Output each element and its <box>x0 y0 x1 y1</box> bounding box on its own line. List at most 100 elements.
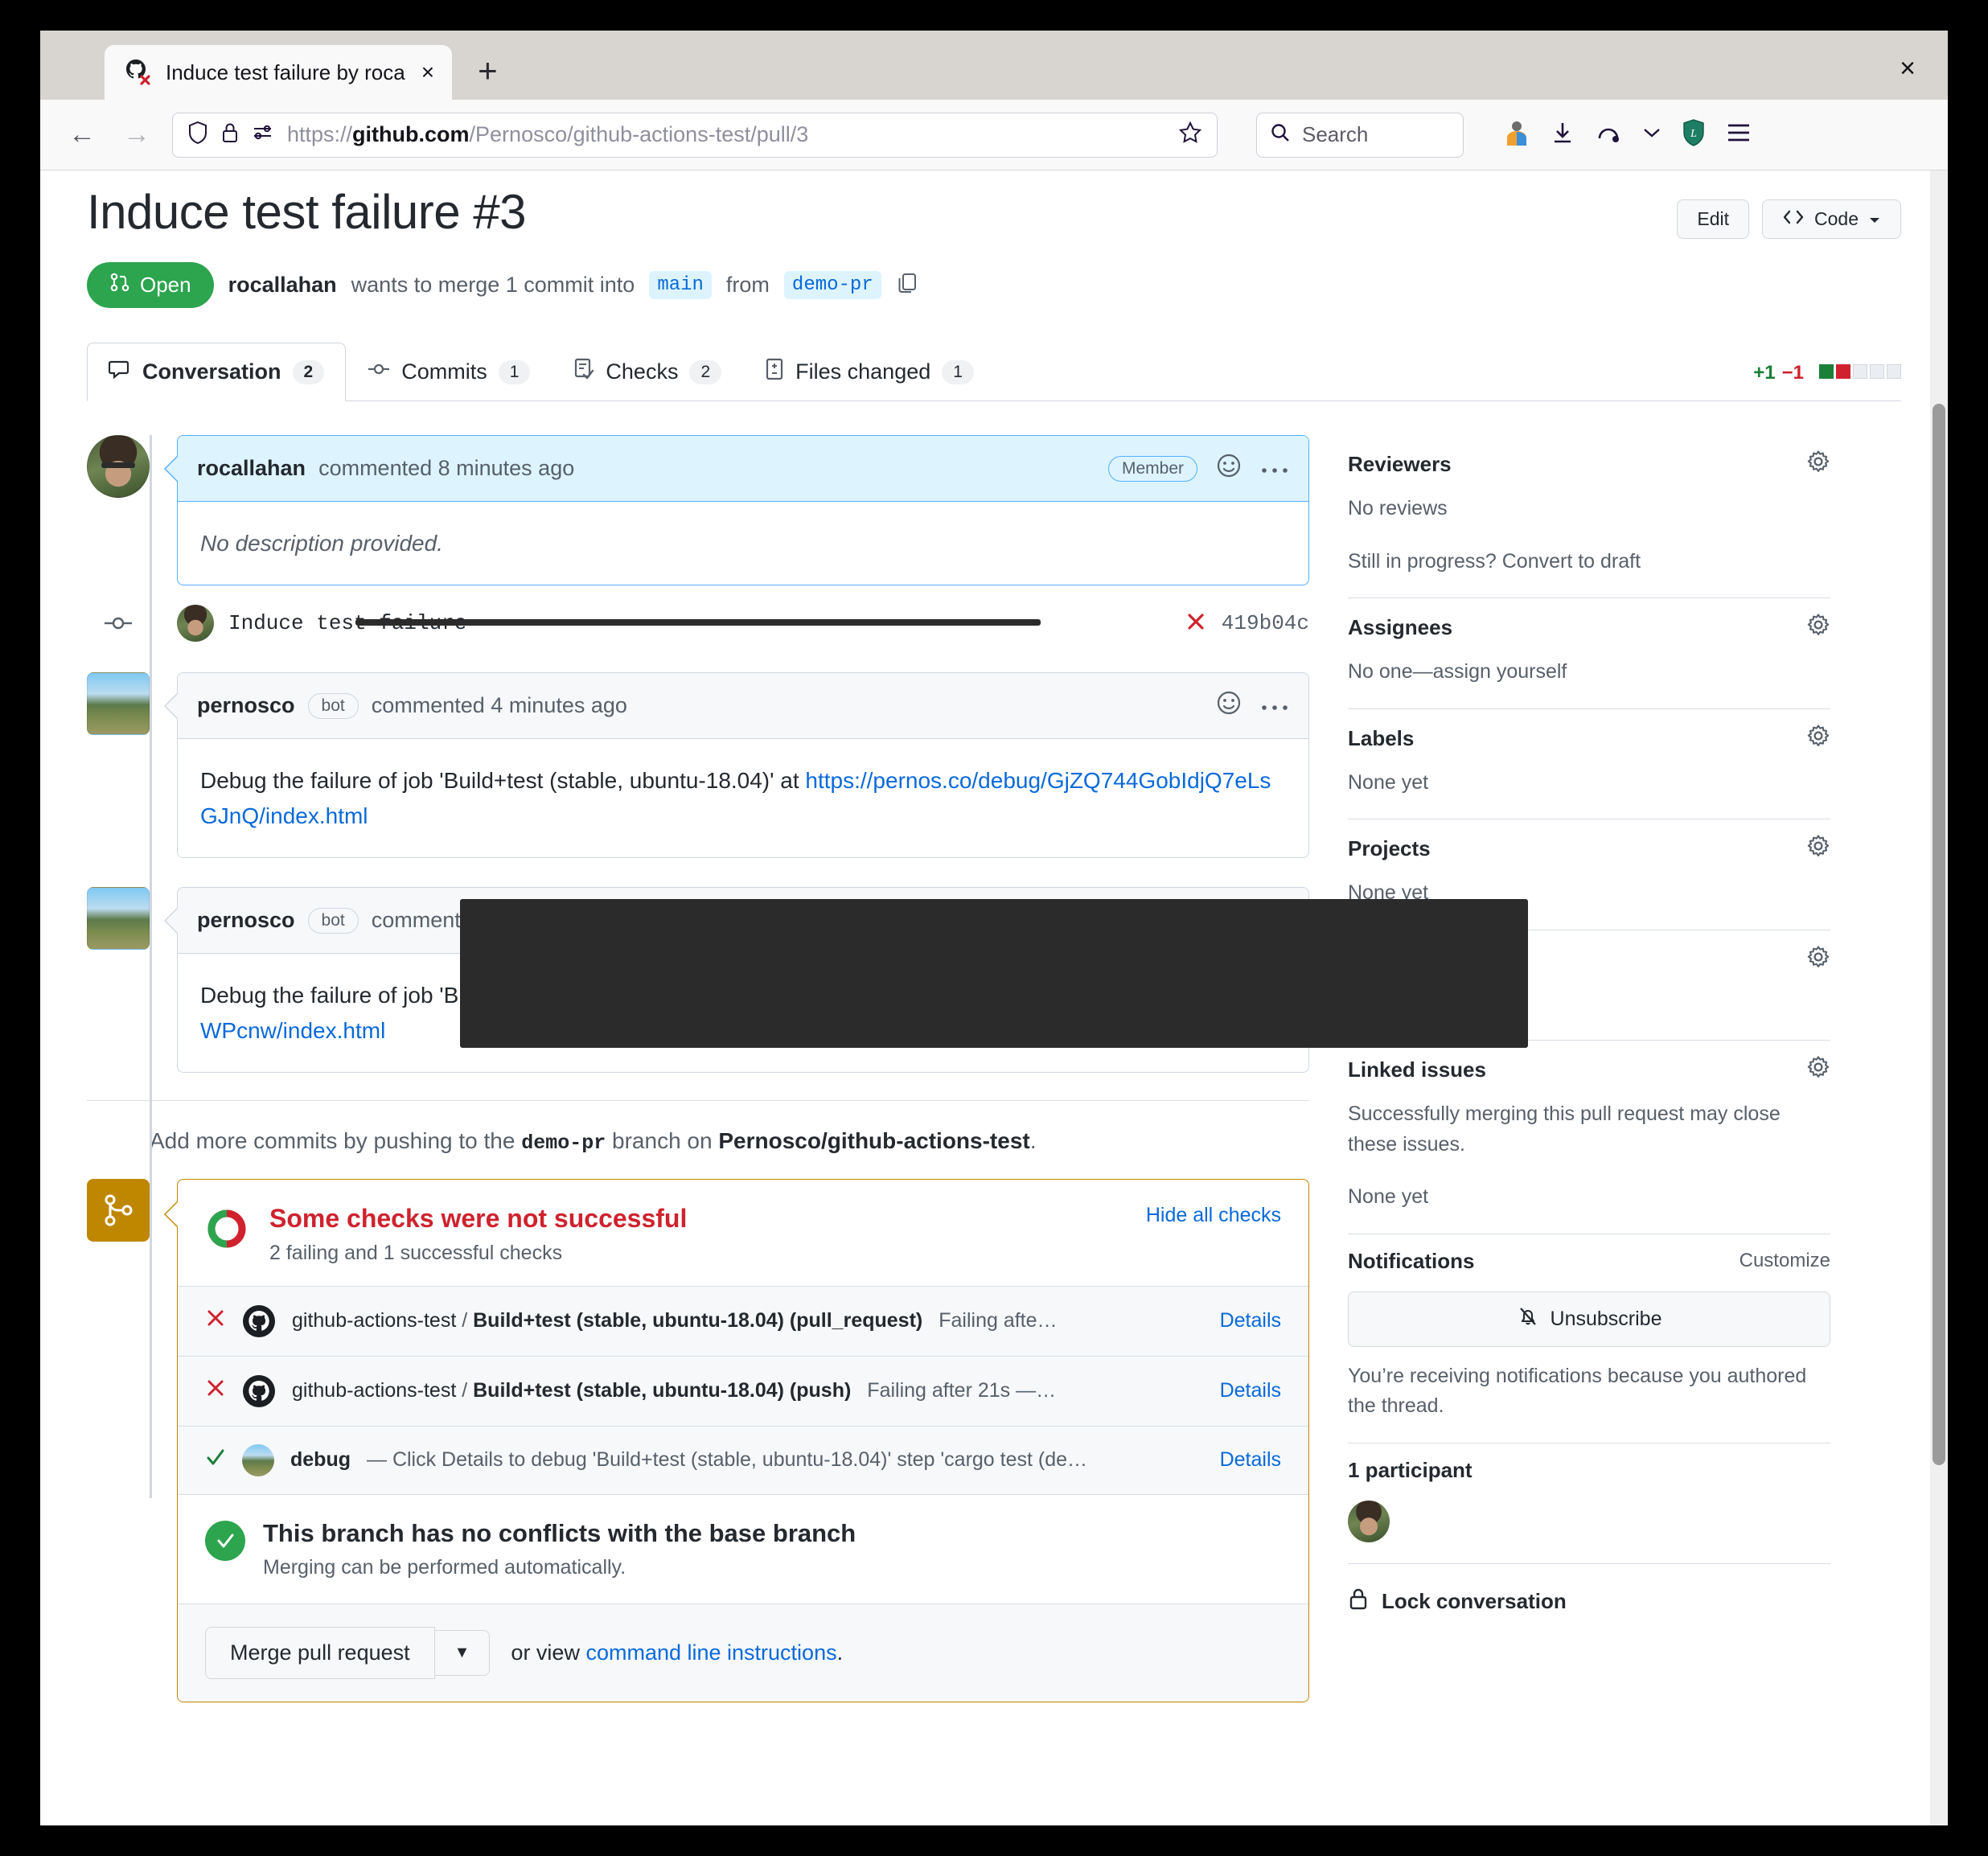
reaction-icon[interactable] <box>1215 689 1242 722</box>
comment-icon <box>108 358 131 386</box>
checks-status-title: Some checks were not successful <box>269 1203 688 1233</box>
comment-menu-icon[interactable] <box>1260 456 1289 481</box>
sidebar-assignees-status[interactable]: No one—assign yourself <box>1348 657 1830 688</box>
command-line-instructions-link[interactable]: command line instructions <box>585 1640 836 1665</box>
container-tabs-icon[interactable] <box>1504 119 1530 150</box>
lastpass-icon[interactable]: L <box>1682 119 1705 150</box>
avatar[interactable] <box>87 887 150 951</box>
customize-notifications-link[interactable]: Customize <box>1740 1250 1830 1272</box>
edit-button[interactable]: Edit <box>1677 199 1750 239</box>
comment-body: No description provided. <box>178 502 1308 585</box>
browser-tab[interactable]: Induce test failure by roca × <box>105 45 453 100</box>
check-name-prefix: github-actions-test <box>292 1379 457 1402</box>
file-diff-icon <box>765 358 784 386</box>
sidebar-linked-issues-title: Linked issues <box>1348 1057 1486 1082</box>
hide-all-checks-link[interactable]: Hide all checks <box>1146 1204 1281 1227</box>
commit-status: 419b04c <box>1185 610 1309 637</box>
gear-icon[interactable] <box>1806 724 1830 753</box>
merge-pull-request-button[interactable]: Merge pull request <box>205 1626 435 1679</box>
browser-toolbar: ← → https://github.com/Pernosco/github-a… <box>40 100 1948 170</box>
tab-close-icon[interactable]: × <box>417 60 439 85</box>
comment-menu-icon[interactable] <box>1260 693 1289 718</box>
merge-box: Some checks were not successful 2 failin… <box>164 1178 1309 1702</box>
shield-icon[interactable] <box>187 121 208 149</box>
timeline-comment: rocallahan commented 8 minutes ago Membe… <box>87 435 1309 586</box>
tab-files-changed[interactable]: Files changed 1 <box>743 343 996 401</box>
pr-header: Induce test failure #3 Edit Code <box>87 170 1901 241</box>
check-name[interactable]: debug <box>290 1448 351 1472</box>
url-text[interactable]: https://github.com/Pernosco/github-actio… <box>287 122 808 147</box>
sidebar-section-notifications: Notifications Customize Unsubscribe You’… <box>1348 1234 1830 1443</box>
commit-sha[interactable]: 419b04c <box>1222 611 1309 635</box>
base-branch[interactable]: main <box>649 271 712 299</box>
reaction-icon[interactable] <box>1215 452 1242 485</box>
comment-author[interactable]: pernosco <box>197 693 295 718</box>
bot-badge: bot <box>307 907 359 934</box>
check-details-link[interactable]: Details <box>1220 1379 1281 1402</box>
tab-commits[interactable]: Commits 1 <box>346 343 552 401</box>
gear-icon[interactable] <box>1806 834 1830 864</box>
vertical-scrollbar[interactable] <box>1930 170 1948 1825</box>
sidebar-section-assignees: Assignees No one—assign yourself <box>1348 598 1830 709</box>
comment-author[interactable]: rocallahan <box>197 456 306 481</box>
gear-icon[interactable] <box>1806 613 1830 643</box>
avatar[interactable] <box>1348 1500 1390 1542</box>
check-details-link[interactable]: Details <box>1220 1309 1281 1332</box>
checks-summary: Some checks were not successful 2 failin… <box>178 1180 1308 1286</box>
sidebar-convert-to-draft[interactable]: Still in progress? Convert to draft <box>1348 547 1830 577</box>
avatar[interactable] <box>87 435 150 498</box>
window-close-button[interactable]: × <box>1900 53 1916 84</box>
check-row: debug — Click Details to debug 'Build+te… <box>178 1425 1308 1494</box>
bookmark-star-icon[interactable] <box>1178 121 1202 149</box>
pr-author: rocallahan <box>228 273 337 298</box>
search-bar[interactable]: Search <box>1256 112 1464 158</box>
success-check-icon <box>205 1520 245 1561</box>
head-branch[interactable]: demo-pr <box>783 271 881 299</box>
code-button-label: Code <box>1814 208 1859 229</box>
permissions-icon[interactable] <box>252 123 274 146</box>
failure-x-icon[interactable] <box>1185 610 1207 637</box>
merge-options-caret[interactable]: ▼ <box>434 1629 491 1676</box>
account-icon[interactable] <box>1596 121 1621 149</box>
forward-button[interactable]: → <box>117 119 156 150</box>
author-association-badge: Member <box>1107 455 1197 482</box>
check-details-link[interactable]: Details <box>1220 1448 1281 1472</box>
code-button[interactable]: Code <box>1762 199 1901 239</box>
lock-conversation-button[interactable]: Lock conversation <box>1348 1579 1830 1616</box>
unsubscribe-label: Unsubscribe <box>1550 1307 1662 1330</box>
tab-checks[interactable]: Checks 2 <box>552 343 743 401</box>
tab-conversation[interactable]: Conversation 2 <box>87 343 347 401</box>
lock-icon[interactable] <box>221 121 239 148</box>
gear-icon[interactable] <box>1806 945 1830 975</box>
chevron-down-icon[interactable] <box>1642 126 1661 143</box>
avatar[interactable] <box>87 672 150 736</box>
add-more-prefix: Add more commits by pushing to the <box>150 1127 522 1153</box>
code-icon <box>1782 208 1805 230</box>
github-failure-icon <box>124 57 154 88</box>
page-viewport: Induce test failure #3 Edit Code Open ro… <box>40 170 1948 1825</box>
unsubscribe-button[interactable]: Unsubscribe <box>1348 1291 1830 1347</box>
url-bar[interactable]: https://github.com/Pernosco/github-actio… <box>172 112 1218 158</box>
hamburger-menu-icon[interactable] <box>1726 122 1752 147</box>
check-name[interactable]: github-actions-test / Build+test (stable… <box>292 1379 851 1402</box>
sidebar-section-reviewers: Reviewers No reviews Still in progress? … <box>1348 435 1830 598</box>
downloads-icon[interactable] <box>1551 120 1575 150</box>
avatar[interactable] <box>177 605 214 643</box>
sidebar-linked-issues-status: None yet <box>1348 1185 1429 1208</box>
new-tab-button[interactable]: + <box>478 51 498 100</box>
add-more-suffix: . <box>1029 1127 1037 1153</box>
scrollbar-thumb[interactable] <box>1933 404 1945 1465</box>
tab-strip: Induce test failure by roca × + × <box>40 31 1948 100</box>
comment-header: rocallahan commented 8 minutes ago Membe… <box>178 436 1308 502</box>
gear-icon[interactable] <box>1806 1055 1830 1085</box>
browser-window: Induce test failure by roca × + × ← → ht… <box>40 31 1948 1825</box>
check-name[interactable]: github-actions-test / Build+test (stable… <box>292 1309 922 1332</box>
sidebar-section-lock: Lock conversation <box>1348 1564 1830 1637</box>
lock-icon <box>1348 1587 1369 1616</box>
comment-author[interactable]: pernosco <box>197 908 295 933</box>
add-more-repo: Pernosco/github-actions-test <box>718 1127 1030 1153</box>
gear-icon[interactable] <box>1806 450 1830 479</box>
back-button[interactable]: ← <box>63 119 101 150</box>
lock-conversation-label: Lock conversation <box>1382 1588 1567 1613</box>
copy-branch-icon[interactable] <box>896 271 918 299</box>
